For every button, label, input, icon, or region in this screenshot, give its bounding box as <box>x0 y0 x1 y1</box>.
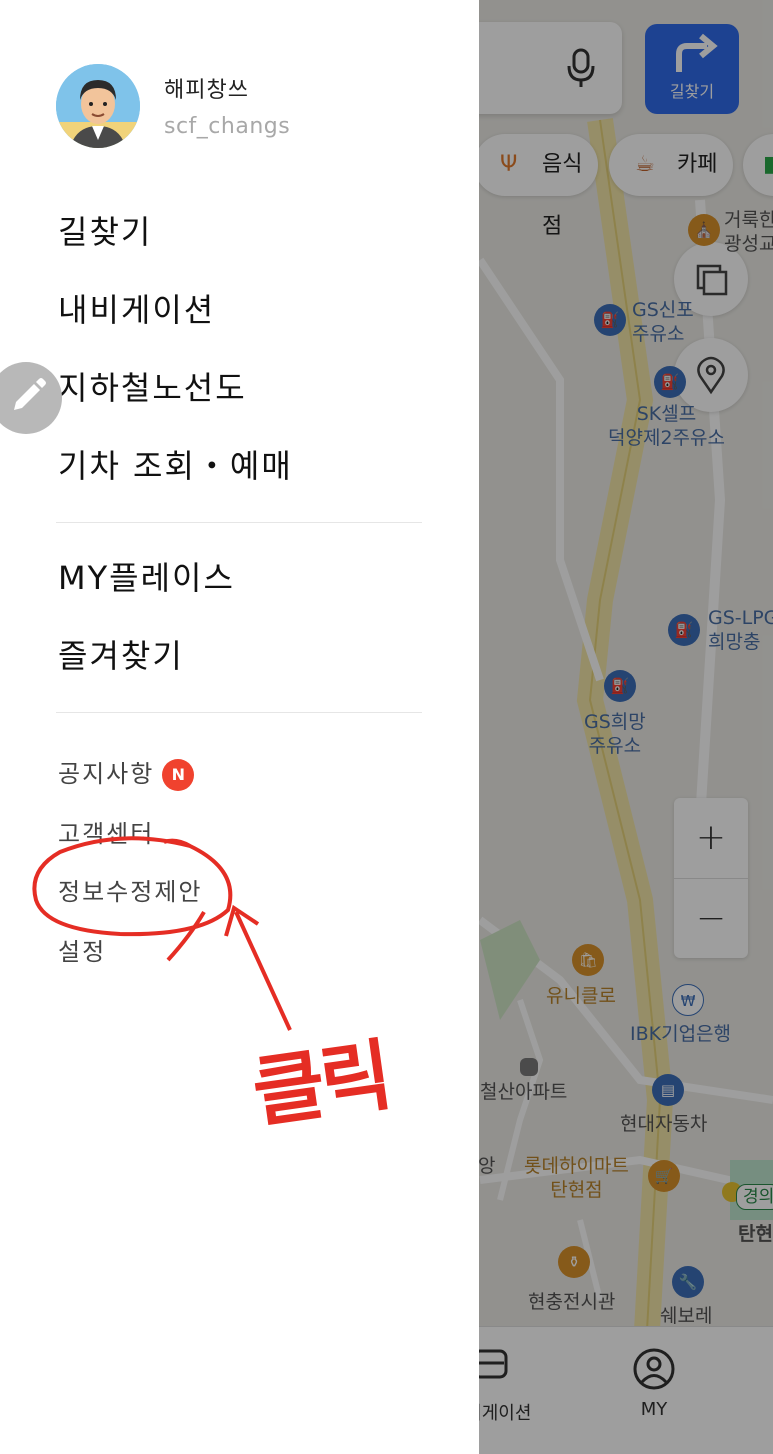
menu-directions[interactable]: 길찾기 <box>58 208 152 256</box>
menu-divider <box>56 522 422 523</box>
side-drawer: 해피창쓰 scf_changs 길찾기 내비게이션 지하철노선도 기차 조회・예… <box>0 0 479 1454</box>
menu-customer-center[interactable]: 고객센터 <box>58 816 154 852</box>
menu-train-booking[interactable]: 기차 조회・예매 <box>58 442 293 490</box>
edit-button[interactable] <box>0 362 62 434</box>
profile-id: scf_changs <box>164 114 291 139</box>
menu-notices[interactable]: 공지사항 N <box>58 756 195 792</box>
menu-navigation[interactable]: 내비게이션 <box>58 286 215 334</box>
avatar[interactable] <box>56 64 140 148</box>
menu-settings[interactable]: 설정 <box>58 934 106 970</box>
pencil-icon <box>14 378 46 410</box>
menu-my-place[interactable]: MY플레이스 <box>58 554 235 602</box>
menu-edit-suggestion[interactable]: 정보수정제안 <box>58 874 202 910</box>
menu-notices-label: 공지사항 <box>58 760 155 788</box>
menu-divider <box>56 712 422 713</box>
menu-subway-map[interactable]: 지하철노선도 <box>58 364 247 412</box>
menu-favorites[interactable]: 즐겨찾기 <box>58 632 184 680</box>
new-badge: N <box>162 759 195 791</box>
avatar-image <box>56 64 140 148</box>
profile-name[interactable]: 해피창쓰 <box>164 72 249 104</box>
